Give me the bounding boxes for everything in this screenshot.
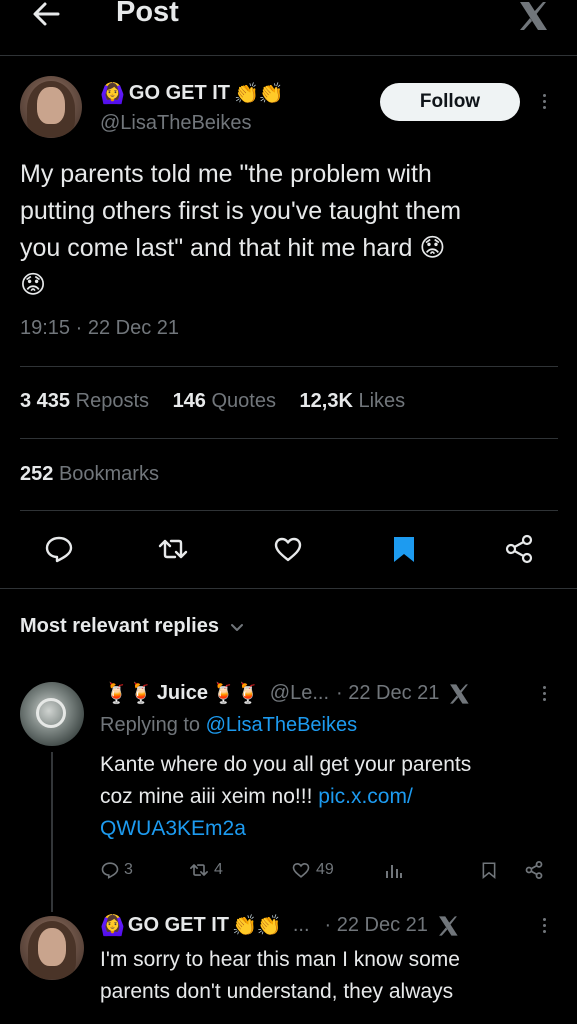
reply-count-button[interactable]: 3: [100, 860, 133, 880]
post-text-line: putting others first is you've taught th…: [20, 197, 462, 225]
reply-date: · 22 Dec 21: [324, 914, 428, 936]
pic-link[interactable]: QWUA3KEm2a: [100, 817, 246, 840]
likes-stat[interactable]: 12,3K Likes: [300, 390, 406, 412]
x-logo-icon: [450, 683, 470, 704]
follow-button[interactable]: Follow: [380, 83, 520, 121]
repost-icon[interactable]: [157, 533, 189, 565]
post-text: My parents told me "the problem with put…: [20, 156, 560, 304]
more-options-icon[interactable]: [543, 918, 546, 933]
reply-actions: 3 4 49: [100, 860, 550, 886]
pic-link[interactable]: pic.x.com/: [318, 785, 413, 808]
bookmark-icon[interactable]: [388, 533, 420, 565]
replying-to-handle-link[interactable]: @LisaTheBeikes: [206, 714, 357, 736]
reply-author-avatar[interactable]: [20, 682, 84, 746]
repost-count-button[interactable]: 4: [188, 860, 223, 880]
quotes-stat[interactable]: 146 Quotes: [173, 390, 276, 412]
x-logo-icon[interactable]: [517, 0, 549, 32]
author-avatar[interactable]: [20, 76, 82, 138]
thread-line: [51, 752, 53, 912]
divider: [0, 588, 577, 589]
post-text-line: My parents told me "the problem with: [20, 160, 432, 188]
views-icon[interactable]: [384, 860, 404, 880]
reply-date: · 22 Dec 21: [336, 682, 440, 704]
reply-text: I'm sorry to hear this man I know some p…: [100, 948, 460, 1003]
post-text-line: you come last" and that hit me hard 😟: [20, 234, 446, 262]
reply-emoji-suffix: 👏👏: [232, 914, 282, 937]
replying-to: Replying to @LisaTheBeikes: [100, 714, 358, 736]
reply-author-handle[interactable]: @Le...: [270, 682, 329, 705]
bookmark-icon[interactable]: [480, 860, 498, 880]
replies-sort-dropdown[interactable]: Most relevant replies: [20, 615, 245, 638]
author-name[interactable]: 🙆‍♀️ GO GET IT 👏👏: [100, 82, 284, 105]
share-icon[interactable]: [503, 533, 535, 565]
post-timestamp: 19:15 · 22 Dec 21: [20, 317, 179, 339]
reply-author-name[interactable]: GO GET IT: [128, 914, 229, 937]
share-icon[interactable]: [524, 860, 544, 880]
post-text-line: 😟: [20, 267, 560, 304]
repost-icon: [190, 864, 208, 876]
reply-author-handle-truncated[interactable]: ...: [293, 914, 310, 937]
reply-author-avatar[interactable]: [20, 916, 84, 980]
back-arrow-icon[interactable]: [30, 0, 62, 30]
author-emoji-suffix: 👏👏: [234, 82, 284, 105]
reposts-stat[interactable]: 3 435 Reposts: [20, 390, 149, 412]
divider: [20, 366, 558, 367]
more-options-icon[interactable]: [543, 94, 546, 109]
author-emoji-prefix: 🙆‍♀️: [100, 82, 125, 105]
author-handle[interactable]: @LisaTheBeikes: [100, 112, 251, 135]
divider: [20, 438, 558, 439]
reply-emoji-prefix: 🍹🍹: [104, 682, 154, 705]
more-options-icon[interactable]: [543, 686, 546, 701]
author-display-name: GO GET IT: [128, 82, 231, 104]
x-logo-icon: [438, 915, 458, 936]
reply-header: 🙆‍♀️ GO GET IT 👏👏 ... · 22 Dec 21: [100, 914, 459, 937]
like-count-button[interactable]: 49: [290, 860, 334, 880]
reply-emoji-prefix: 🙆‍♀️: [100, 914, 125, 937]
reply-text: Kante where do you all get your parents …: [100, 753, 472, 840]
divider: [20, 510, 558, 511]
post-stats: 3 435 Reposts 146 Quotes 12,3K Likes: [20, 390, 405, 413]
reply-icon: [101, 862, 119, 879]
reply-header: 🍹🍹 Juice 🍹🍹 @Le... · 22 Dec 21: [104, 682, 470, 705]
bookmarks-stat[interactable]: 252 Bookmarks: [20, 463, 159, 486]
top-bar: Post: [0, 0, 577, 56]
reply-emoji-suffix: 🍹🍹: [210, 682, 261, 705]
page-title: Post: [116, 0, 179, 28]
replies-section-title: Most relevant replies: [20, 615, 219, 637]
chevron-down-icon: [230, 623, 243, 631]
reply-icon[interactable]: [43, 533, 75, 565]
like-heart-icon[interactable]: [272, 533, 304, 565]
like-heart-icon: [292, 862, 310, 878]
sad-face-emoji: 😟: [20, 271, 47, 299]
reply-author-name[interactable]: Juice: [157, 682, 208, 705]
sad-face-emoji: 😟: [419, 234, 446, 262]
